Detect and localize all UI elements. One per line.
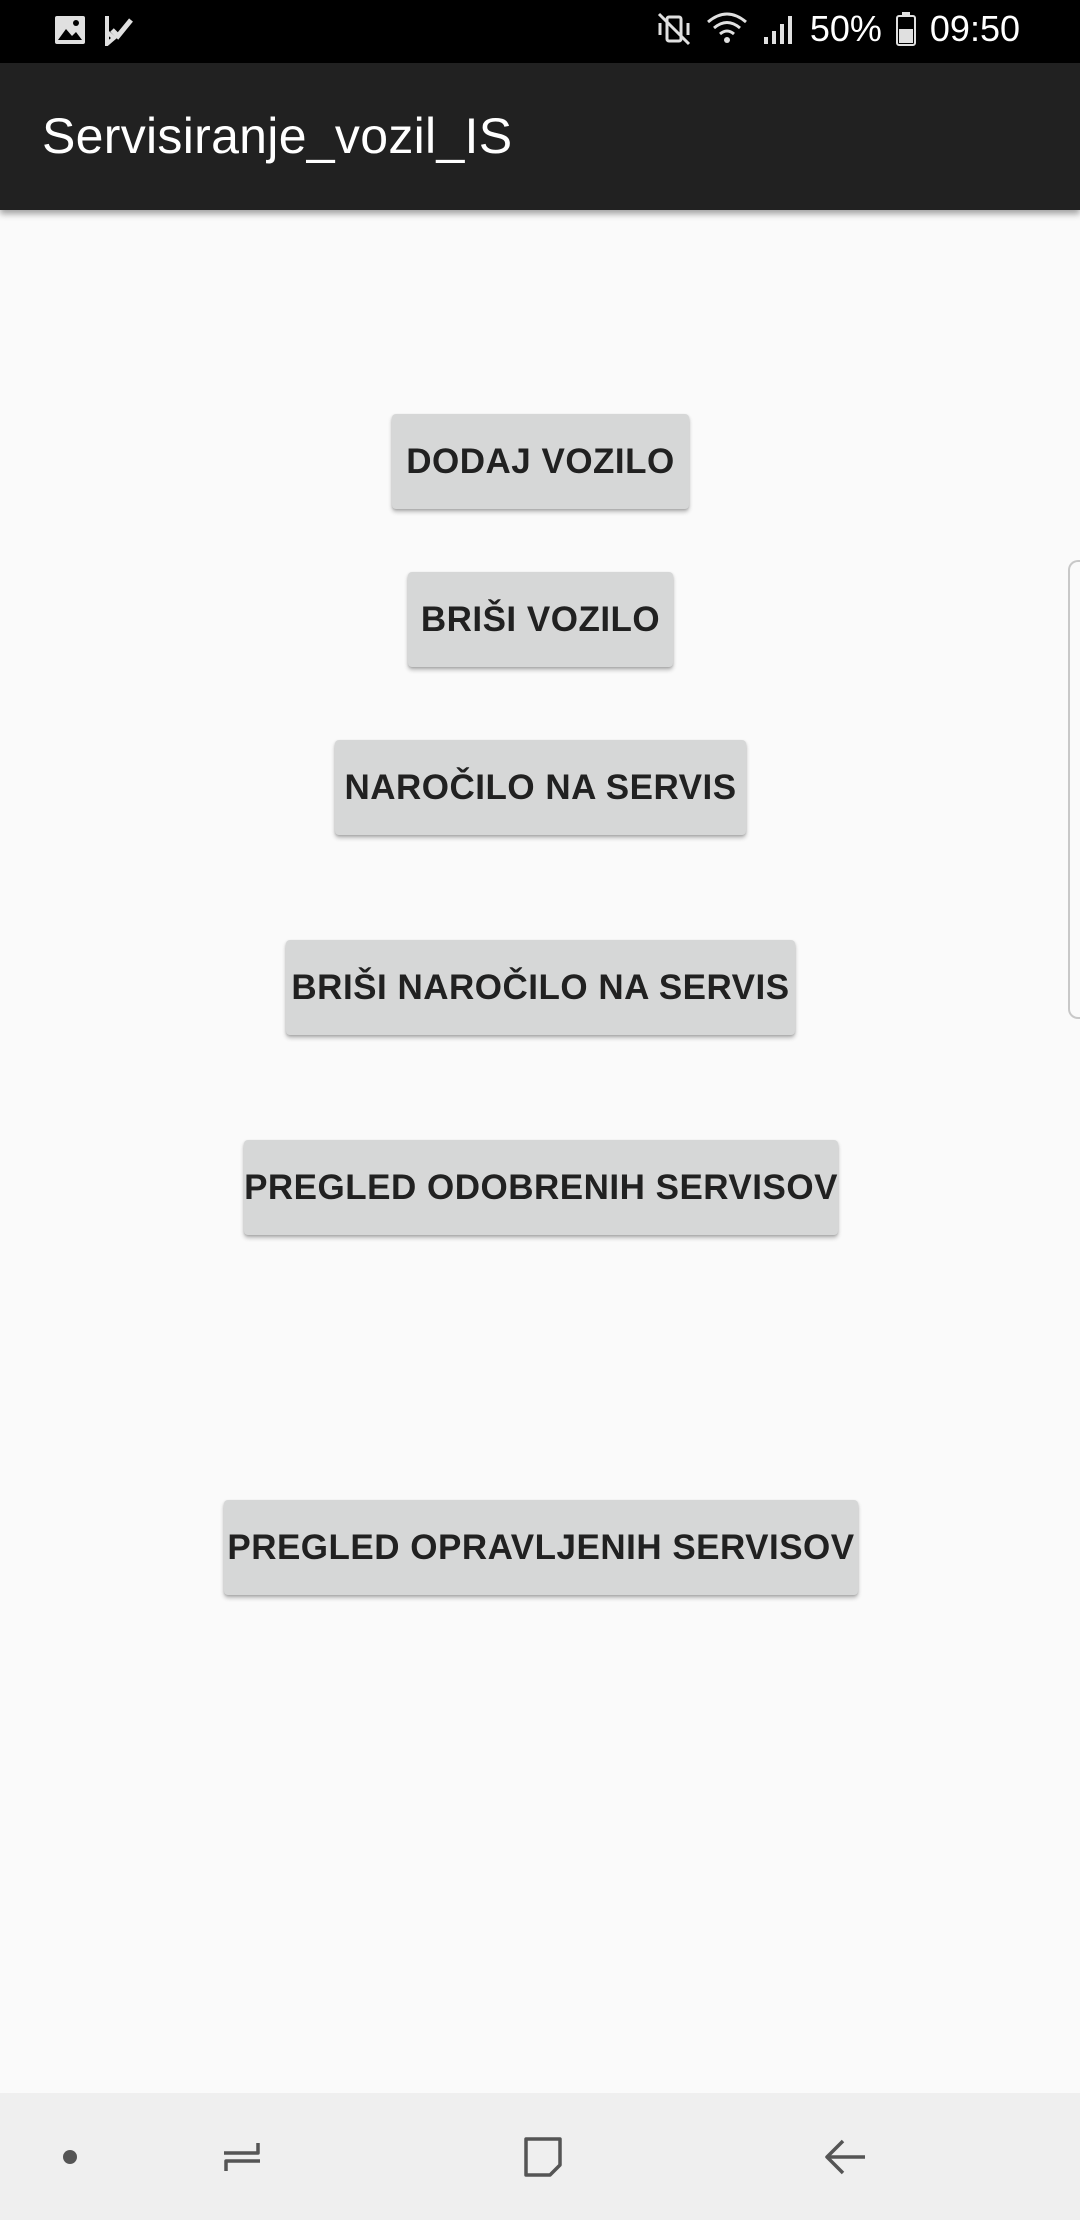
checkmark-notification-icon: [104, 14, 134, 46]
approved-services-button[interactable]: PREGLED ODOBRENIH SERVISOV: [244, 1140, 838, 1235]
service-order-button[interactable]: NAROČILO NA SERVIS: [335, 740, 746, 835]
back-icon[interactable]: [803, 2093, 887, 2220]
image-notification-icon: [54, 15, 86, 45]
wifi-icon: [706, 12, 748, 46]
recent-apps-icon[interactable]: [200, 2093, 284, 2220]
navigation-bar: [0, 2093, 1080, 2220]
delete-service-order-button[interactable]: BRIŠI NAROČILO NA SERVIS: [286, 940, 795, 1035]
app-title: Servisiranje_vozil_IS: [42, 108, 513, 164]
screen: 50% 09:50 Servisiranje_vozil_IS DODAJ VO…: [0, 0, 1080, 2220]
delete-vehicle-button[interactable]: BRIŠI VOZILO: [408, 572, 673, 667]
completed-services-button[interactable]: PREGLED OPRAVLJENIH SERVISOV: [224, 1500, 858, 1595]
status-time: 09:50: [929, 8, 1020, 49]
battery-percent: 50%: [809, 8, 882, 49]
status-right-icons: 50% 09:50: [656, 8, 1020, 50]
status-left-icons: [54, 14, 134, 46]
status-bar: 50% 09:50: [0, 0, 1080, 63]
home-icon[interactable]: [500, 2093, 584, 2220]
mute-vibrate-icon: [656, 11, 692, 47]
edge-panel-handle[interactable]: [1068, 560, 1080, 1019]
add-vehicle-button[interactable]: DODAJ VOZILO: [392, 414, 689, 509]
app-bar: Servisiranje_vozil_IS: [0, 63, 1080, 210]
dot-icon[interactable]: [30, 2093, 110, 2220]
signal-icon: [762, 13, 796, 45]
battery-icon: [895, 12, 916, 46]
